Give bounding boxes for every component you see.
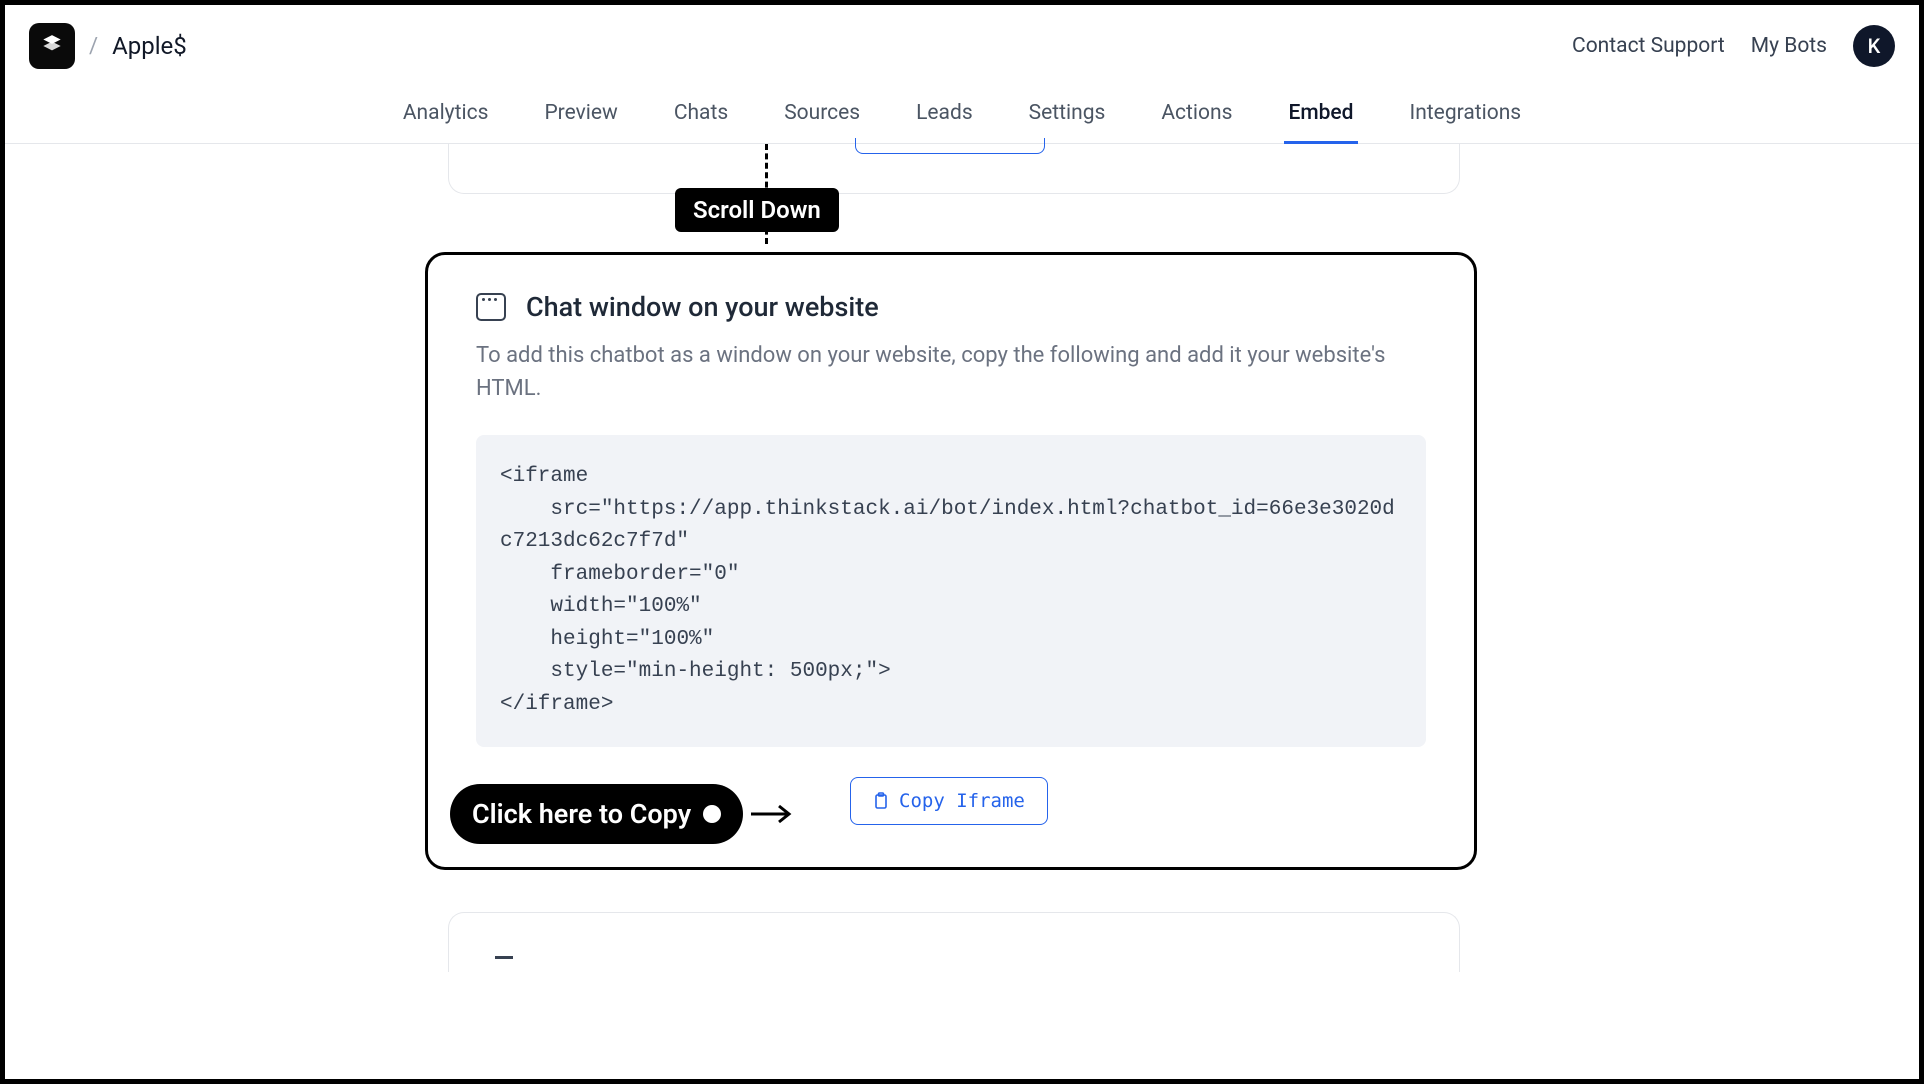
callout-text: Click here to Copy [472, 798, 691, 830]
callout-dot-icon [703, 805, 721, 823]
tab-actions[interactable]: Actions [1157, 91, 1236, 143]
app-logo[interactable] [29, 23, 75, 69]
breadcrumb-sep: / [89, 34, 98, 59]
content-area: Scroll Down Chat window on your website … [5, 144, 1919, 1018]
tab-analytics[interactable]: Analytics [399, 91, 493, 143]
callout-pill: Click here to Copy [450, 784, 743, 844]
arrow-right-icon [749, 802, 793, 826]
tab-preview[interactable]: Preview [540, 91, 621, 143]
card-header: Chat window on your website [476, 291, 1426, 323]
tab-settings[interactable]: Settings [1025, 91, 1110, 143]
card-title: Chat window on your website [526, 291, 879, 323]
copy-iframe-label: Copy Iframe [899, 790, 1025, 812]
tabs-nav: Analytics Preview Chats Sources Leads Se… [5, 77, 1919, 144]
copy-iframe-button[interactable]: Copy Iframe [850, 777, 1048, 825]
avatar[interactable]: K [1853, 25, 1895, 67]
previous-copy-button-fragment [855, 138, 1045, 154]
click-to-copy-callout: Click here to Copy [450, 784, 793, 844]
top-header: / Apple$ Contact Support My Bots K [5, 5, 1919, 77]
tab-sources[interactable]: Sources [780, 91, 864, 143]
embed-iframe-card: Chat window on your website To add this … [425, 252, 1477, 870]
header-left: / Apple$ [29, 23, 187, 69]
next-card-content-fragment [495, 956, 513, 959]
next-card-top-edge [448, 912, 1460, 972]
my-bots-link[interactable]: My Bots [1751, 34, 1827, 58]
tab-embed[interactable]: Embed [1284, 91, 1357, 143]
header-right: Contact Support My Bots K [1572, 25, 1895, 67]
contact-support-link[interactable]: Contact Support [1572, 34, 1725, 58]
window-icon [476, 293, 506, 321]
iframe-code-block[interactable]: <iframe src="https://app.thinkstack.ai/b… [476, 435, 1426, 747]
bot-name[interactable]: Apple$ [112, 32, 187, 60]
tab-integrations[interactable]: Integrations [1406, 91, 1526, 143]
scroll-down-annotation: Scroll Down [675, 188, 839, 232]
tab-leads[interactable]: Leads [912, 91, 977, 143]
tab-chats[interactable]: Chats [670, 91, 732, 143]
logo-icon [39, 33, 65, 59]
clipboard-icon [873, 792, 889, 810]
card-description: To add this chatbot as a window on your … [476, 339, 1426, 405]
